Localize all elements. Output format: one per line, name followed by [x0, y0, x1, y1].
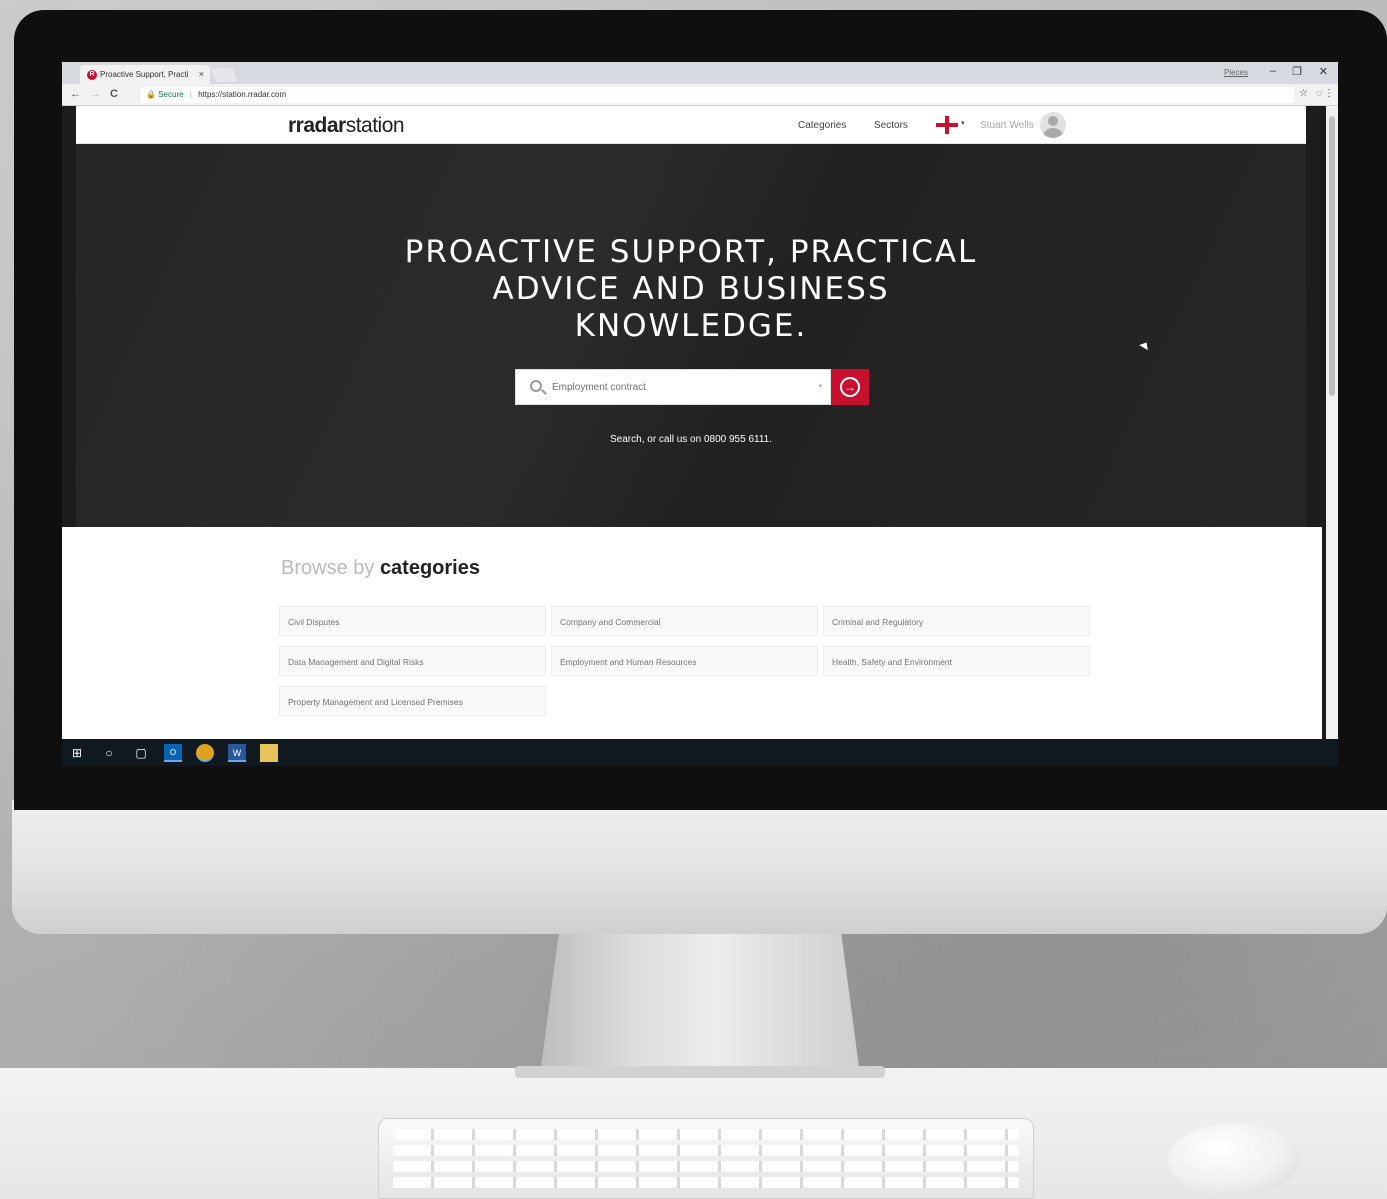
arrow-right-circle-icon: → — [840, 377, 860, 397]
new-tab-button[interactable] — [210, 68, 238, 82]
outlook-icon[interactable]: O — [164, 744, 182, 762]
url-text: https://station.rradar.com — [198, 90, 287, 99]
category-tile[interactable]: Health, Safety and Environment — [823, 646, 1090, 676]
browser-tab-strip: R Proactive Support, Practi × Pieces – ❐… — [62, 62, 1338, 84]
monitor-stand-base — [515, 1066, 885, 1078]
hero-subtext: Search, or call us on 0800 955 6111. — [610, 434, 772, 445]
rradar-favicon-icon: R — [87, 70, 97, 80]
file-explorer-icon[interactable] — [260, 744, 278, 762]
tab-close-icon[interactable]: × — [199, 69, 204, 79]
word-icon[interactable]: W — [228, 744, 246, 762]
keyboard — [378, 1118, 1034, 1199]
bookmark-star-icon[interactable]: ☆ — [1299, 88, 1308, 99]
category-tile[interactable]: Criminal and Regulatory — [823, 606, 1090, 636]
scrollbar-thumb[interactable] — [1329, 116, 1335, 396]
forward-icon[interactable]: → — [90, 88, 101, 100]
windows-taskbar: ⊞ ○ ▢ O W — [62, 739, 1338, 766]
avatar[interactable] — [1040, 112, 1066, 138]
england-flag-icon[interactable] — [936, 116, 958, 134]
search-icon — [530, 380, 542, 392]
extension-icon[interactable]: ◌ — [1316, 88, 1322, 99]
back-icon[interactable]: ← — [70, 88, 81, 100]
monitor-chin — [12, 800, 1387, 934]
category-tile[interactable]: Data Management and Digital Risks — [279, 646, 546, 676]
nav-categories[interactable]: Categories — [798, 120, 846, 131]
url-separator: | — [189, 90, 192, 99]
logo-bold-text: rradar — [288, 114, 346, 137]
secure-label: Secure — [158, 90, 184, 99]
hero-title: PROACTIVE SUPPORT, PRACTICAL ADVICE AND … — [404, 234, 978, 344]
cortana-icon[interactable]: ○ — [100, 744, 118, 762]
search-box[interactable]: ▾ — [515, 369, 831, 405]
category-tile[interactable]: Employment and Human Resources — [551, 646, 818, 676]
keyboard-key-row — [393, 1129, 1019, 1140]
category-tile[interactable]: Property Management and Licensed Premise… — [279, 686, 546, 716]
page-scrollbar[interactable] — [1326, 106, 1338, 739]
window-user-label[interactable]: Pieces — [1224, 68, 1248, 77]
rradar-logo[interactable]: rradarstation — [288, 114, 405, 138]
lock-icon: 🔒 — [146, 90, 156, 99]
reload-icon[interactable]: C — [110, 88, 118, 100]
keyboard-key-row — [393, 1145, 1019, 1156]
browser-tab[interactable]: R Proactive Support, Practi × — [80, 65, 210, 84]
tab-title: Proactive Support, Practi — [100, 70, 189, 79]
window-close-icon[interactable]: ✕ — [1319, 65, 1328, 78]
task-view-icon[interactable]: ▢ — [132, 744, 150, 762]
search-input[interactable] — [552, 370, 812, 404]
browse-title: Browse by categories — [281, 557, 480, 580]
windows-start-icon[interactable]: ⊞ — [68, 744, 86, 762]
minimize-icon[interactable]: – — [1270, 65, 1276, 77]
chrome-icon[interactable] — [196, 744, 214, 762]
keyboard-key-row — [393, 1161, 1019, 1172]
keyboard-key-row — [393, 1177, 1019, 1188]
mouse — [1168, 1124, 1300, 1194]
browser-menu-icon[interactable]: ⋮ — [1324, 88, 1334, 99]
address-bar[interactable]: 🔒 Secure | https://station.rradar.com — [140, 87, 1294, 103]
hero-section: PROACTIVE SUPPORT, PRACTICAL ADVICE AND … — [76, 144, 1306, 527]
search-dropdown-icon[interactable]: ▾ — [818, 382, 822, 390]
site-header: rradarstation Categories Sectors ▾ Stuar… — [76, 106, 1306, 144]
monitor-screen: R Proactive Support, Practi × Pieces – ❐… — [62, 62, 1338, 766]
chevron-down-icon[interactable]: ▾ — [961, 119, 965, 127]
browse-title-bold: categories — [379, 557, 480, 579]
nav-sectors[interactable]: Sectors — [874, 120, 908, 131]
category-tile[interactable]: Company and Commercial — [551, 606, 818, 636]
categories-section: Browse by categories Civil Disputes Comp… — [62, 527, 1322, 739]
user-name[interactable]: Stuart Wells — [980, 120, 1034, 131]
category-tile[interactable]: Civil Disputes — [279, 606, 546, 636]
browse-title-light: Browse by — [281, 557, 380, 579]
search-submit-button[interactable]: → — [831, 369, 869, 405]
restore-icon[interactable]: ❐ — [1292, 65, 1302, 78]
logo-light-text: station — [345, 114, 405, 137]
browser-toolbar: ← → C 🔒 Secure | https://station.rradar.… — [62, 84, 1338, 106]
monitor-stand — [540, 930, 860, 1075]
